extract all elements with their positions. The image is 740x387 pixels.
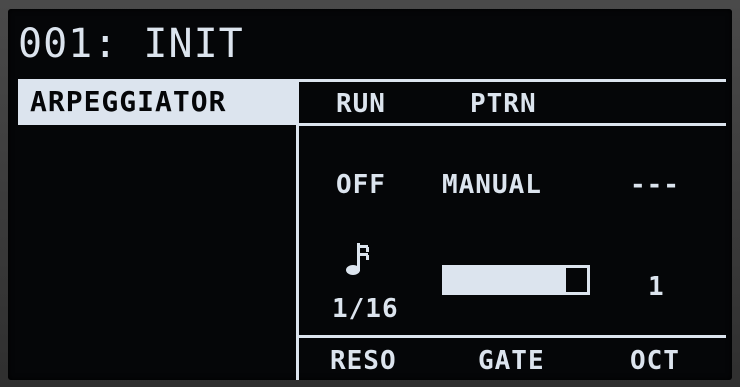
reso-value[interactable]: 1/16 (332, 293, 399, 325)
sixteenth-note-icon (346, 243, 369, 275)
preset-title: 001: INIT (18, 21, 244, 67)
oct-value[interactable]: 1 (648, 271, 665, 303)
pattern-value[interactable]: MANUAL (442, 169, 542, 201)
oct-label: OCT (630, 346, 680, 376)
reso-label: RESO (330, 346, 397, 376)
gate-label: GATE (478, 346, 545, 376)
header-divider (296, 123, 726, 126)
run-value[interactable]: OFF (336, 169, 386, 201)
device-bezel: 001: INIT ARPEGGIATOR RUN PTRN OFF MANUA… (0, 0, 740, 387)
display-screen: 001: INIT ARPEGGIATOR RUN PTRN OFF MANUA… (8, 9, 732, 380)
run-header: RUN (336, 89, 386, 119)
third-param-value[interactable]: --- (630, 169, 680, 201)
gate-level-bar[interactable] (442, 265, 590, 295)
section-label: ARPEGGIATOR (30, 85, 227, 118)
footer-divider (296, 335, 726, 338)
pattern-header: PTRN (470, 89, 537, 119)
gate-level-fill (445, 268, 566, 292)
